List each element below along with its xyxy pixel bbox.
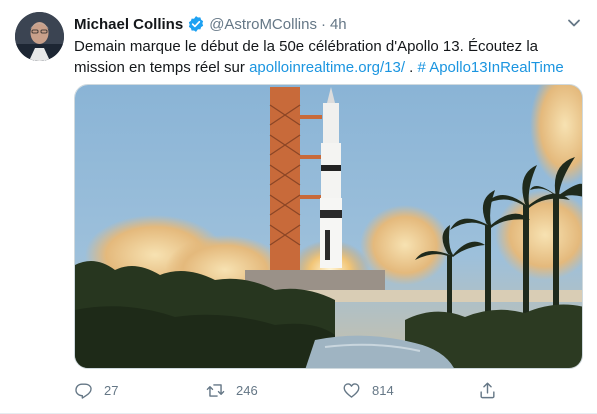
share-button[interactable] bbox=[478, 378, 508, 402]
hashtag-link[interactable]: # Apollo13InRealTime bbox=[418, 59, 564, 76]
like-count: 814 bbox=[372, 382, 394, 398]
share-icon bbox=[480, 382, 495, 398]
chevron-down-icon[interactable] bbox=[567, 16, 581, 30]
tweet-text: Demain marque le début de la 50e célébra… bbox=[74, 36, 579, 78]
author-handle[interactable]: @AstroMCollins bbox=[209, 16, 317, 33]
retweet-count: 246 bbox=[236, 382, 258, 398]
tweet-text-separator: . bbox=[405, 59, 418, 76]
tweet-media-image[interactable] bbox=[74, 84, 583, 369]
retweet-button[interactable]: 246 bbox=[206, 378, 258, 402]
like-button[interactable]: 814 bbox=[342, 378, 394, 402]
separator-dot: · bbox=[320, 15, 326, 33]
tweet-timestamp[interactable]: 4h bbox=[330, 16, 347, 33]
author-name[interactable]: Michael Collins bbox=[74, 16, 183, 33]
tweet-card[interactable]: Michael Collins @AstroMCollins · 4h Dema… bbox=[0, 0, 597, 414]
tweet-actions: 27 246 814 bbox=[74, 378, 579, 402]
reply-button[interactable]: 27 bbox=[74, 378, 118, 402]
retweet-icon bbox=[206, 383, 225, 397]
reply-icon bbox=[75, 382, 92, 399]
tweet-link[interactable]: apolloinrealtime.org/13/ bbox=[249, 59, 405, 76]
tweet-header: Michael Collins @AstroMCollins · 4h bbox=[74, 14, 567, 34]
like-icon bbox=[343, 382, 360, 398]
reply-count: 27 bbox=[104, 382, 119, 398]
verified-badge-icon bbox=[187, 15, 205, 33]
avatar[interactable] bbox=[15, 12, 64, 61]
